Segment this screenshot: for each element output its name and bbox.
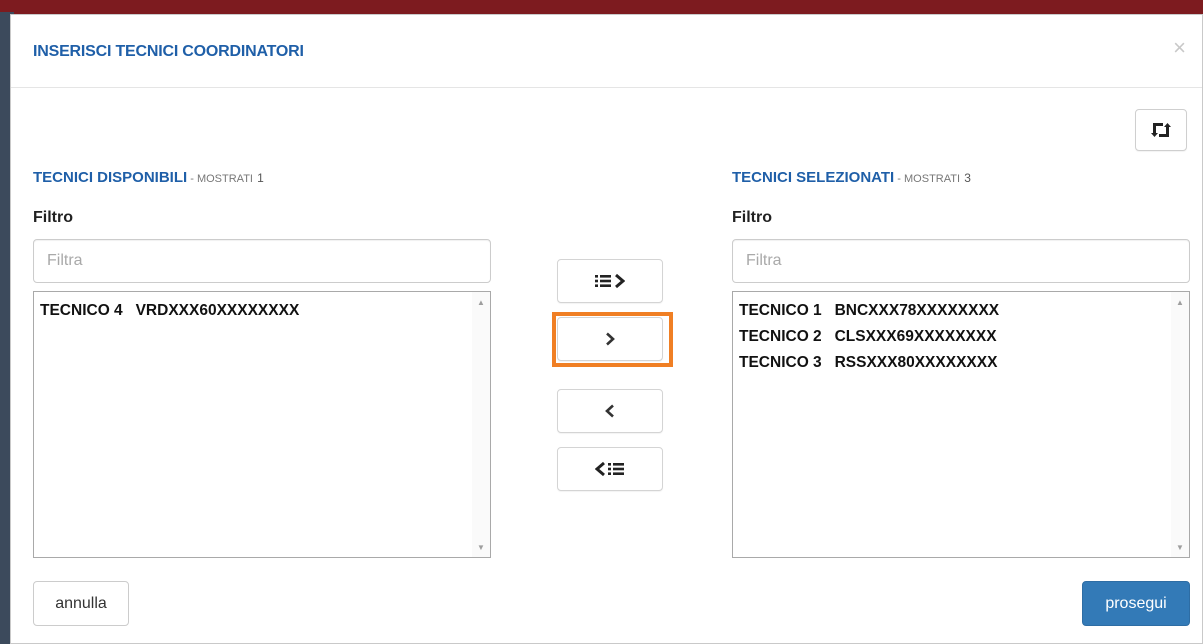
available-heading-text: TECNICI DISPONIBILI — [33, 169, 188, 186]
selected-panel-heading: TECNICI SELEZIONATI - MOSTRATI 3 — [732, 169, 971, 186]
available-shown-label: - MOSTRATI — [187, 173, 253, 185]
swap-lists-button[interactable] — [1135, 109, 1187, 151]
selected-count: 3 — [964, 171, 971, 185]
selected-list-items: TECNICO 1 BNCXXX78XXXXXXXX TECNICO 2 CLS… — [739, 298, 1167, 376]
modal-dialog: INSERISCI TECNICI COORDINATORI × TECNICI… — [10, 14, 1203, 644]
selected-technicians-list[interactable]: TECNICO 1 BNCXXX78XXXXXXXX TECNICO 2 CLS… — [732, 291, 1190, 558]
list-item[interactable]: TECNICO 1 BNCXXX78XXXXXXXX — [739, 298, 1167, 324]
swap-icon — [1151, 123, 1171, 137]
selected-heading-text: TECNICI SELEZIONATI — [732, 169, 895, 186]
available-list-items: TECNICO 4 VRDXXX60XXXXXXXX — [40, 298, 468, 324]
available-panel-heading: TECNICI DISPONIBILI - MOSTRATI 1 — [33, 169, 264, 186]
move-all-right-icon — [595, 273, 625, 289]
available-technicians-list[interactable]: TECNICO 4 VRDXXX60XXXXXXXX ▲ ▼ — [33, 291, 491, 558]
close-icon[interactable]: × — [1173, 37, 1186, 59]
scroll-up-arrow-icon[interactable]: ▲ — [1171, 294, 1189, 310]
modal-header: INSERISCI TECNICI COORDINATORI × — [11, 15, 1202, 88]
move-all-left-icon — [595, 461, 624, 477]
selected-shown-label: - MOSTRATI — [894, 173, 961, 185]
cancel-button[interactable]: annulla — [33, 581, 129, 626]
move-all-left-button[interactable] — [557, 447, 663, 491]
modal-title: INSERISCI TECNICI COORDINATORI — [33, 43, 304, 60]
list-item[interactable]: TECNICO 3 RSSXXX80XXXXXXXX — [739, 350, 1167, 376]
available-filter-input[interactable] — [33, 239, 491, 283]
move-left-button[interactable] — [557, 389, 663, 433]
available-count: 1 — [257, 171, 264, 185]
available-filter-label: Filtro — [33, 209, 73, 226]
scroll-down-arrow-icon[interactable]: ▼ — [1171, 539, 1189, 555]
continue-button[interactable]: prosegui — [1082, 581, 1190, 626]
move-left-icon — [605, 404, 614, 418]
selected-filter-label: Filtro — [732, 209, 772, 226]
selected-list-scrollbar[interactable]: ▲ ▼ — [1171, 292, 1189, 557]
list-item[interactable]: TECNICO 4 VRDXXX60XXXXXXXX — [40, 298, 468, 324]
available-list-scrollbar[interactable]: ▲ ▼ — [472, 292, 490, 557]
selected-filter-input[interactable] — [732, 239, 1190, 283]
move-all-right-button[interactable] — [557, 259, 663, 303]
scroll-up-arrow-icon[interactable]: ▲ — [472, 294, 490, 310]
scroll-down-arrow-icon[interactable]: ▼ — [472, 539, 490, 555]
move-right-button[interactable] — [557, 317, 663, 361]
move-right-icon — [606, 332, 615, 346]
list-item[interactable]: TECNICO 2 CLSXXX69XXXXXXXX — [739, 324, 1167, 350]
